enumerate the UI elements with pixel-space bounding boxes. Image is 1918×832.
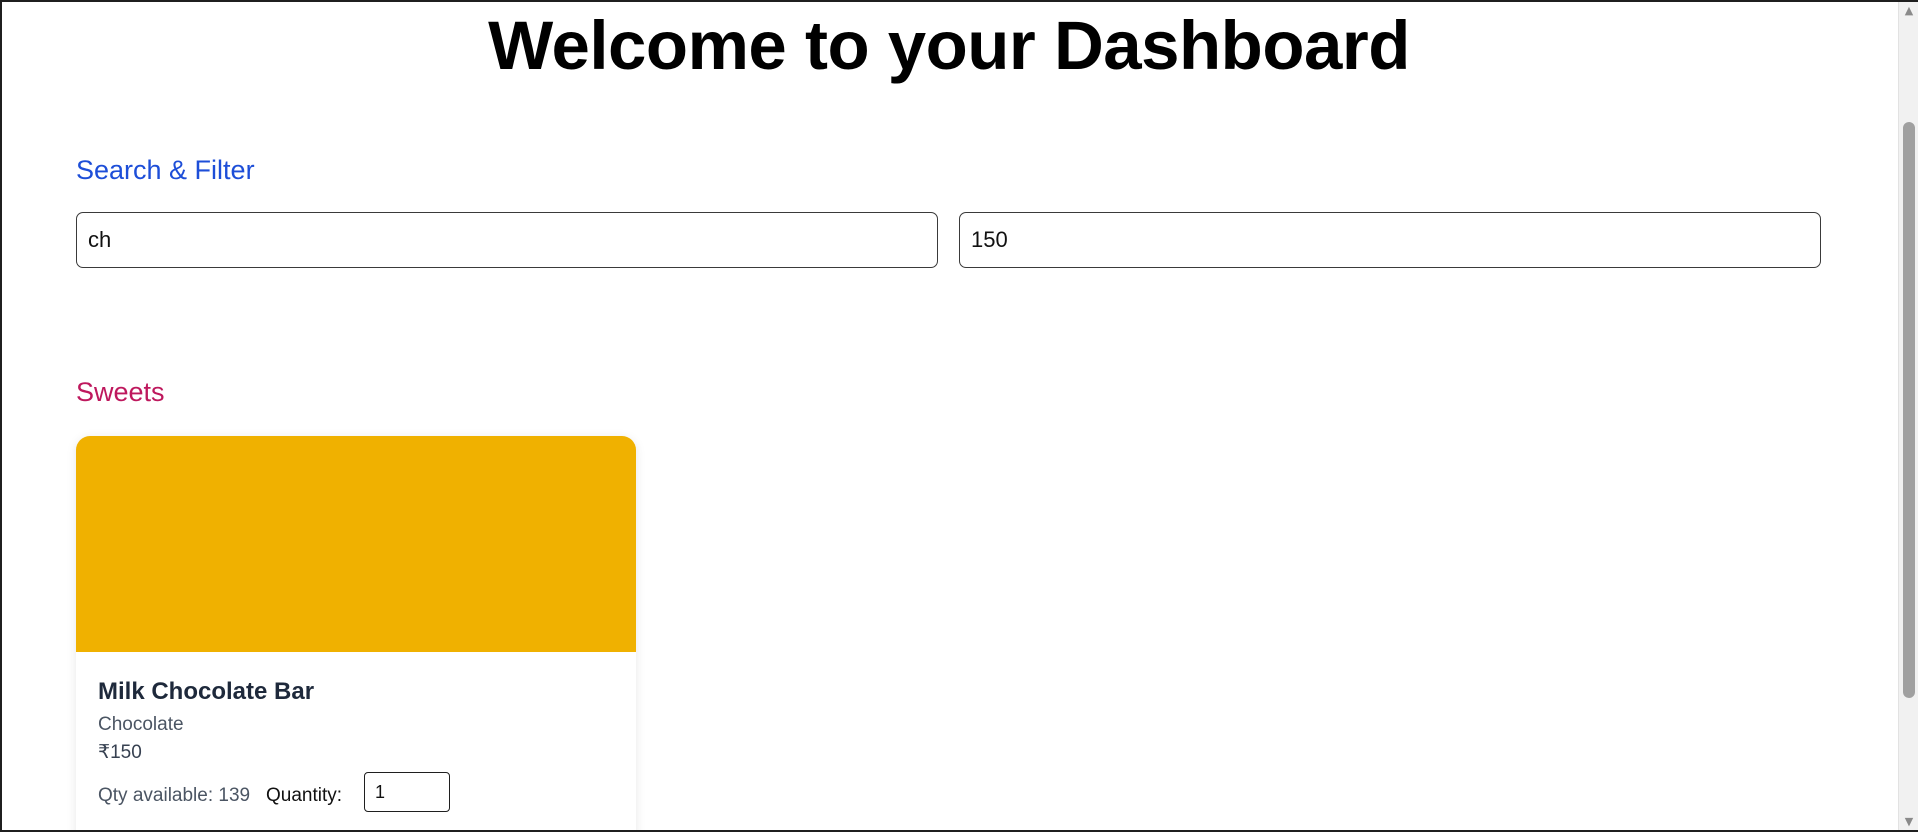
sweet-name: Milk Chocolate Bar bbox=[98, 678, 315, 705]
sweet-price: ₹150 bbox=[98, 742, 142, 763]
sweet-category: Chocolate bbox=[98, 714, 184, 735]
name-search-input[interactable] bbox=[76, 212, 938, 268]
dashboard-page: Welcome to your Dashboard Search & Filte… bbox=[0, 0, 1898, 832]
quantity-label: Quantity: bbox=[266, 785, 343, 806]
page-title: Welcome to your Dashboard bbox=[488, 7, 1410, 84]
vertical-scrollbar[interactable]: ▲ ▼ bbox=[1898, 0, 1918, 832]
sweet-image bbox=[76, 436, 636, 652]
qty-available-text: Qty available: 139 bbox=[98, 785, 251, 806]
scrollbar-thumb[interactable] bbox=[1903, 122, 1915, 698]
search-filter-heading: Search & Filter bbox=[76, 155, 255, 185]
quantity-input[interactable] bbox=[364, 772, 450, 812]
sweet-card: Milk Chocolate Bar Chocolate ₹150 Qty av… bbox=[76, 436, 636, 832]
triangle-up-icon[interactable]: ▲ bbox=[1899, 2, 1918, 19]
sweets-heading: Sweets bbox=[76, 377, 165, 407]
triangle-down-icon[interactable]: ▼ bbox=[1899, 813, 1918, 830]
price-filter-input[interactable] bbox=[959, 212, 1821, 268]
